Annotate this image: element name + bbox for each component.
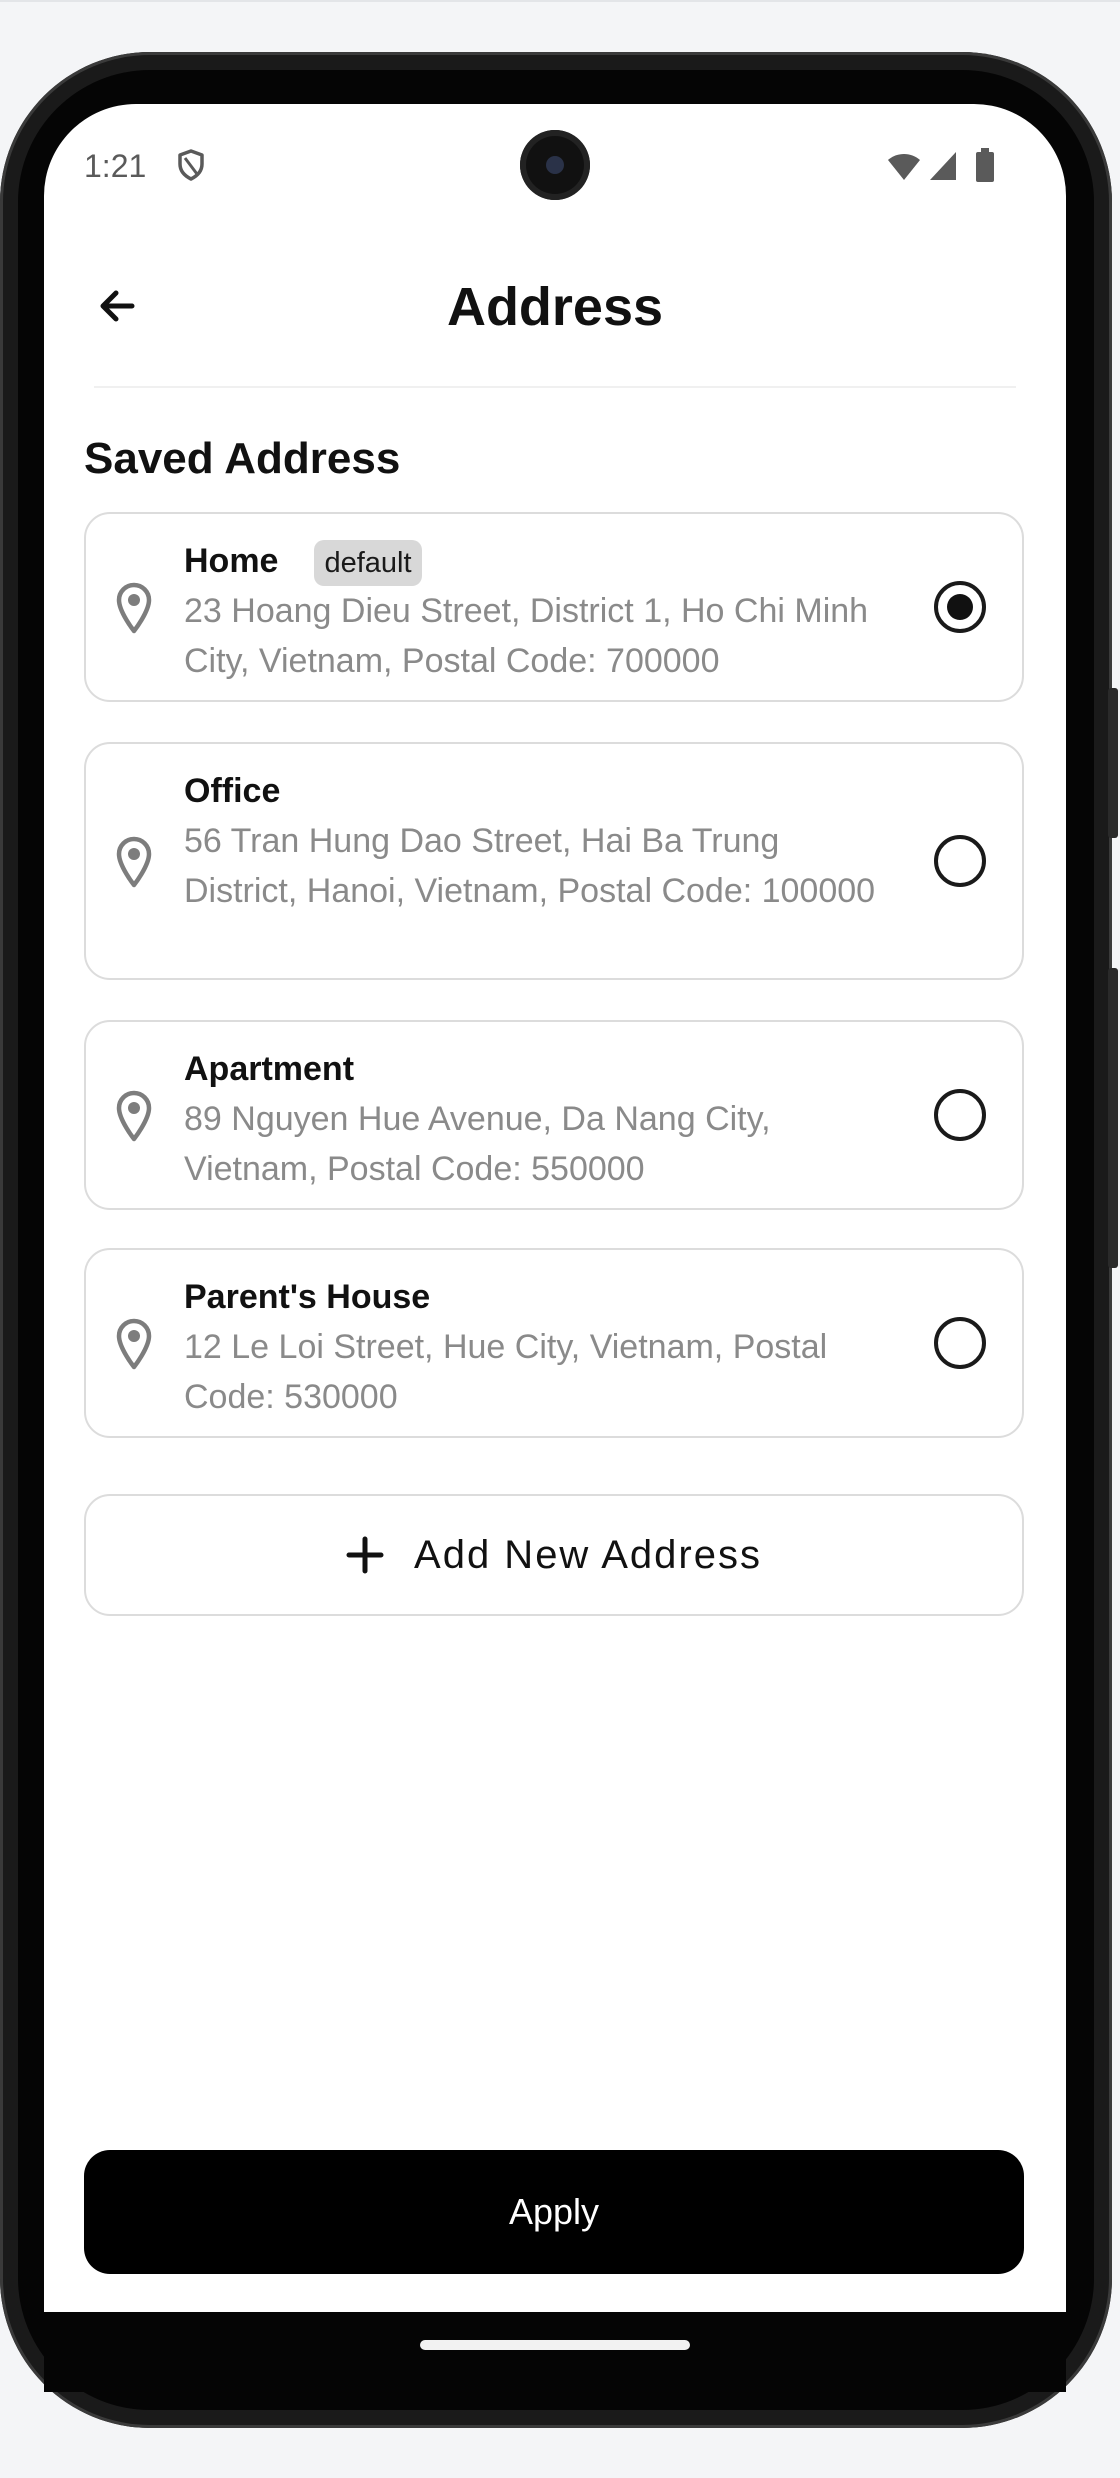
header-divider <box>94 386 1016 388</box>
radio-unselected[interactable] <box>934 1089 986 1141</box>
address-detail: 56 Tran Hung Dao Street, Hai Ba Trung Di… <box>184 822 876 910</box>
radio-unselected[interactable] <box>934 1317 986 1369</box>
battery-icon <box>976 148 994 182</box>
address-detail: 23 Hoang Dieu Street, District 1, Ho Chi… <box>184 592 869 681</box>
location-pin-icon <box>116 1318 152 1370</box>
wifi-icon <box>888 154 920 180</box>
address-card-office[interactable]: Office 56 Tran Hung Dao Street, Hai Ba T… <box>84 742 1024 980</box>
page-top-border <box>0 0 1120 2</box>
address-name: Office <box>184 772 281 810</box>
plus-icon <box>346 1536 384 1574</box>
app-screen: 1:21 Address Saved Address Home default 2… <box>44 104 1066 2312</box>
address-text-group: Home default 23 Hoang Dieu Street, Distri… <box>184 536 884 686</box>
address-card-apartment[interactable]: Apartment 89 Nguyen Hue Avenue, Da Nang … <box>84 1020 1024 1210</box>
section-title: Saved Address <box>84 434 401 483</box>
address-name: Apartment <box>184 1050 355 1088</box>
address-detail: 89 Nguyen Hue Avenue, Da Nang City, Viet… <box>184 1100 771 1188</box>
address-text-group: Office 56 Tran Hung Dao Street, Hai Ba T… <box>184 766 884 916</box>
address-name-label: Home <box>184 542 279 580</box>
location-pin-icon <box>116 836 152 888</box>
address-name: Parent's House <box>184 1278 431 1316</box>
page-title: Address <box>446 277 664 337</box>
address-name: Home default <box>184 536 884 587</box>
power-button <box>1108 968 1118 1268</box>
volume-button <box>1108 688 1118 838</box>
navigation-bar <box>44 2312 1066 2392</box>
apply-button[interactable]: Apply <box>84 2150 1024 2274</box>
location-pin-icon <box>116 1090 152 1142</box>
signal-icon <box>930 152 956 180</box>
radio-unselected[interactable] <box>934 835 986 887</box>
default-badge: default <box>314 540 422 587</box>
address-card-home[interactable]: Home default 23 Hoang Dieu Street, Distri… <box>84 512 1024 702</box>
shield-icon <box>178 149 204 181</box>
apply-button-label: Apply <box>508 2191 600 2232</box>
address-text-group: Parent's House 12 Le Loi Street, Hue Cit… <box>184 1272 884 1422</box>
address-text-group: Apartment 89 Nguyen Hue Avenue, Da Nang … <box>184 1044 884 1194</box>
address-card-parents-house[interactable]: Parent's House 12 Le Loi Street, Hue Cit… <box>84 1248 1024 1438</box>
radio-selected[interactable] <box>934 581 986 633</box>
status-time: 1:21 <box>84 148 147 184</box>
front-camera <box>520 130 590 200</box>
address-detail: 12 Le Loi Street, Hue City, Vietnam, Pos… <box>184 1328 828 1416</box>
location-pin-icon <box>116 582 152 634</box>
add-new-address-label: Add New Address <box>414 1532 762 1577</box>
add-new-address-button[interactable]: Add New Address <box>84 1494 1024 1616</box>
home-indicator[interactable] <box>420 2340 690 2350</box>
